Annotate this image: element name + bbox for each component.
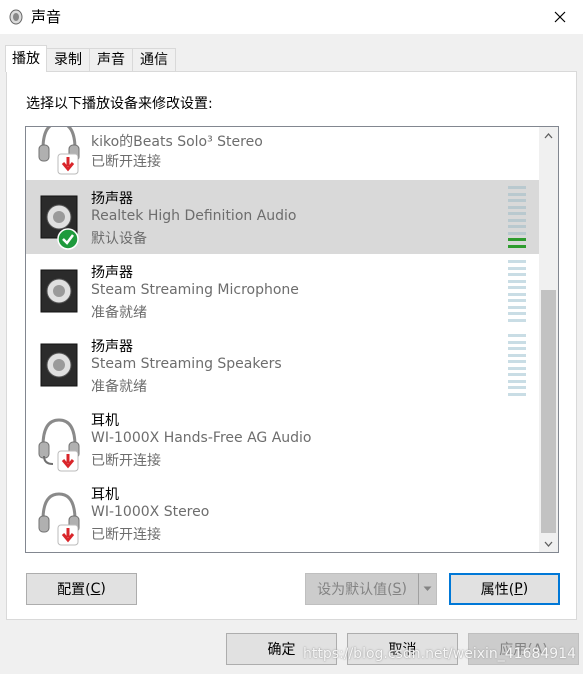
vertical-scrollbar[interactable]	[539, 127, 558, 552]
chevron-up-icon	[544, 132, 553, 138]
title-bar: 声音	[0, 0, 583, 34]
tab-strip: 播放 录制 声音 通信	[5, 45, 176, 72]
set-default-button[interactable]: 设为默认值(S)	[305, 573, 419, 605]
tab-playback[interactable]: 播放	[5, 45, 47, 72]
scroll-up-button[interactable]	[539, 127, 558, 144]
window-title: 声音	[31, 8, 62, 26]
device-status: 已断开连接	[91, 453, 161, 469]
chevron-down-icon	[544, 541, 553, 547]
device-name: 耳机	[91, 413, 119, 429]
disconnected-icon	[57, 524, 79, 546]
volume-meter	[508, 186, 526, 248]
device-description: Steam Streaming Speakers	[91, 356, 282, 372]
tab-communications[interactable]: 通信	[132, 48, 176, 72]
device-name: 扬声器	[91, 191, 133, 207]
list-item[interactable]: kiko的Beats Solo³ Stereo 已断开连接	[26, 127, 540, 179]
device-name: 扬声器	[91, 265, 133, 281]
chevron-down-icon	[423, 586, 432, 591]
device-description: WI-1000X Stereo	[91, 504, 210, 520]
device-status: 准备就绪	[91, 305, 147, 321]
volume-meter	[508, 260, 526, 322]
list-item[interactable]: 扬声器 Steam Streaming Microphone 准备就绪	[26, 254, 540, 328]
device-name: 耳机	[91, 487, 119, 503]
list-item[interactable]: 扬声器 Steam Streaming Speakers 准备就绪	[26, 328, 540, 402]
instruction-label: 选择以下播放设备来修改设置:	[26, 96, 213, 112]
tab-sounds[interactable]: 声音	[89, 48, 133, 72]
device-status: 默认设备	[91, 231, 147, 247]
device-status: 准备就绪	[91, 379, 147, 395]
watermark-text: https://blog.csdn.net/weixin_41684914	[303, 646, 577, 662]
disconnected-icon	[57, 450, 79, 472]
speaker-icon	[40, 269, 78, 313]
device-name: 扬声器	[91, 339, 133, 355]
close-button[interactable]	[537, 0, 583, 34]
device-status: 已断开连接	[91, 527, 161, 543]
list-item[interactable]: 耳机 WI-1000X Hands-Free AG Audio 已断开连接	[26, 402, 540, 476]
list-item[interactable]: 耳机 WI-1000X Stereo 已断开连接	[26, 476, 540, 550]
disconnected-icon	[57, 153, 79, 175]
device-description: WI-1000X Hands-Free AG Audio	[91, 430, 312, 446]
list-item[interactable]: 扬声器 Realtek High Definition Audio 默认设备	[26, 180, 540, 254]
scroll-down-button[interactable]	[539, 535, 558, 552]
tab-recording[interactable]: 录制	[46, 48, 90, 72]
device-description: Steam Streaming Microphone	[91, 282, 299, 298]
volume-meter	[508, 334, 526, 396]
speaker-app-icon	[9, 9, 23, 25]
scroll-thumb[interactable]	[541, 290, 556, 533]
properties-button[interactable]: 属性(P)	[449, 573, 560, 605]
default-check-icon	[57, 228, 79, 250]
device-status: 已断开连接	[91, 154, 161, 170]
device-name: kiko的Beats Solo³ Stereo	[91, 134, 263, 150]
device-list[interactable]: kiko的Beats Solo³ Stereo 已断开连接 扬声器 Realte…	[25, 126, 559, 553]
speaker-icon	[40, 343, 78, 387]
device-description: Realtek High Definition Audio	[91, 208, 297, 224]
configure-button[interactable]: 配置(C)	[26, 573, 137, 605]
close-icon	[554, 11, 566, 23]
set-default-dropdown[interactable]	[418, 573, 437, 605]
